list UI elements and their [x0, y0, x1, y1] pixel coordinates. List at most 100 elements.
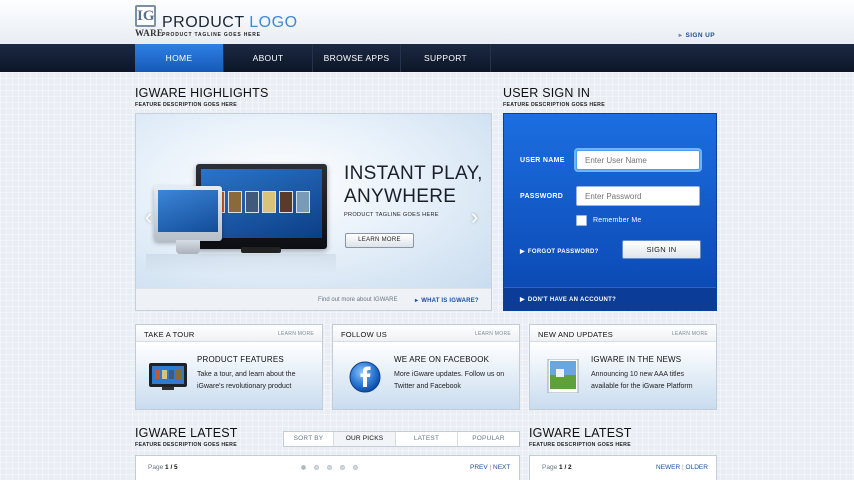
carousel-dot[interactable]: [327, 465, 332, 470]
forgot-password-link[interactable]: ▶ FORGOT PASSWORD?: [520, 248, 599, 255]
card-header: NEW AND UPDATES LEARN MORE: [530, 325, 716, 342]
sort-tabs: SORT BY OUR PICKS LATEST POPULAR: [283, 431, 520, 447]
password-label: PASSWORD: [520, 193, 564, 200]
slide-heading-line1: INSTANT PLAY,: [344, 163, 483, 184]
arrow-right-icon: ▶: [520, 297, 525, 303]
card-body: WE ARE ON FACEBOOK More iGware updates. …: [333, 342, 519, 409]
card-heading[interactable]: PRODUCT FEATURES: [197, 355, 284, 364]
card-learn-more-link[interactable]: LEARN MORE: [278, 331, 314, 337]
arrow-right-icon: ▸: [678, 32, 683, 39]
remember-me-checkbox[interactable]: [576, 215, 587, 226]
latest-right-panel: Page 1 / 2 NEWER | OLDER: [529, 455, 717, 480]
signin-footer: ▶ DON'T HAVE AN ACCOUNT?: [504, 287, 716, 310]
newer-link[interactable]: NEWER: [656, 464, 680, 471]
tab-our-picks[interactable]: OUR PICKS: [334, 432, 396, 446]
page-total: / 2: [564, 464, 572, 471]
latest-right-subtitle: FEATURE DESCRIPTION GOES HERE: [529, 442, 631, 448]
card-body: PRODUCT FEATURES Take a tour, and learn …: [136, 342, 322, 409]
card-follow-us: FOLLOW US LEARN MORE WE ARE ON FACEBOOK …: [332, 324, 520, 410]
card-body: IGWARE IN THE NEWS Announcing 10 new AAA…: [530, 342, 716, 409]
no-account-link[interactable]: ▶ DON'T HAVE AN ACCOUNT?: [520, 296, 616, 303]
signin-button[interactable]: SIGN IN: [622, 240, 701, 259]
monitor-image: [154, 186, 222, 254]
page-prefix: Page: [542, 464, 558, 471]
game-tile: [228, 191, 242, 213]
nav-separator: |: [682, 464, 684, 471]
logo-title: PRODUCT LOGO: [162, 15, 298, 31]
logo-tagline: PRODUCT TAGLINE GOES HERE: [162, 32, 261, 38]
carousel-dot[interactable]: [301, 465, 306, 470]
carousel-dot[interactable]: [314, 465, 319, 470]
slide: INSTANT PLAY, ANYWHERE PRODUCT TAGLINE G…: [136, 114, 491, 288]
highlights-title: IGWARE HIGHLIGHTS: [135, 86, 269, 100]
chevron-right-icon[interactable]: ›: [471, 204, 478, 230]
card-text: Announcing 10 new AAA titles available f…: [591, 371, 693, 390]
card-title: NEW AND UPDATES: [538, 330, 613, 339]
game-tile: [262, 191, 276, 213]
signin-subtitle: FEATURE DESCRIPTION GOES HERE: [503, 102, 605, 108]
header: IG WARE PRODUCT LOGO PRODUCT TAGLINE GOE…: [0, 0, 854, 44]
nav-separator: |: [489, 464, 492, 471]
card-learn-more-link[interactable]: LEARN MORE: [475, 331, 511, 337]
game-box-icon: [540, 358, 584, 394]
learn-more-button[interactable]: LEARN MORE: [345, 233, 414, 248]
carousel-dot[interactable]: [353, 465, 358, 470]
prev-next-nav: PREV | NEXT: [470, 464, 510, 471]
card-text: More iGware updates. Follow us on Twitte…: [394, 371, 505, 390]
slide-heading: INSTANT PLAY, ANYWHERE: [344, 162, 483, 208]
tv-icon: [146, 359, 190, 393]
older-link[interactable]: OLDER: [686, 464, 708, 471]
slide-heading-line2: ANYWHERE: [344, 186, 457, 207]
page-indicator: Page 1 / 5: [148, 464, 178, 471]
tab-popular[interactable]: POPULAR: [458, 432, 519, 446]
game-tile: [245, 191, 259, 213]
username-input[interactable]: [576, 150, 700, 170]
no-account-label: DON'T HAVE AN ACCOUNT?: [527, 297, 617, 303]
page-prefix: Page: [148, 464, 164, 471]
logo-mark: IG WARE: [135, 5, 163, 38]
latest-subtitle: FEATURE DESCRIPTION GOES HERE: [135, 442, 237, 448]
carousel-dot[interactable]: [340, 465, 345, 470]
card-header: FOLLOW US LEARN MORE: [333, 325, 519, 342]
username-label: USER NAME: [520, 157, 565, 164]
highlights-subtitle: FEATURE DESCRIPTION GOES HERE: [135, 102, 237, 108]
tab-latest[interactable]: LATEST: [396, 432, 458, 446]
monitor-stand: [176, 240, 200, 254]
game-tile: [279, 191, 293, 213]
page-current: 1: [559, 464, 563, 471]
prev-link[interactable]: PREV: [470, 464, 488, 471]
signin-panel: USER NAME PASSWORD Remember Me ▶FORGOT P…: [503, 113, 717, 311]
signup-link[interactable]: ▸ SIGN UP: [679, 31, 715, 39]
card-heading[interactable]: WE ARE ON FACEBOOK: [394, 355, 489, 364]
nav-item-support[interactable]: SUPPORT: [401, 44, 491, 72]
arrow-right-icon: ▸: [415, 298, 419, 304]
card-text: Take a tour, and learn about the iGware'…: [197, 371, 296, 390]
latest-right-title: IGWARE LATEST: [529, 426, 632, 440]
nav-item-home[interactable]: HOME: [135, 44, 223, 72]
card-take-a-tour: TAKE A TOUR LEARN MORE PRODUCT FEATURES …: [135, 324, 323, 410]
product-logo[interactable]: IG WARE PRODUCT LOGO PRODUCT TAGLINE GOE…: [135, 5, 298, 38]
password-input[interactable]: [576, 186, 700, 206]
slide-tagline: PRODUCT TAGLINE GOES HERE: [344, 212, 439, 218]
card-header: TAKE A TOUR LEARN MORE: [136, 325, 322, 342]
nav-item-browse-apps[interactable]: BROWSE APPS: [313, 44, 401, 72]
what-is-igware-link[interactable]: ▸ WHAT IS IGWARE?: [415, 297, 479, 304]
logo-mark-box: IG: [135, 5, 156, 27]
card-news-and-updates: NEW AND UPDATES LEARN MORE IGWARE IN THE…: [529, 324, 717, 410]
card-heading[interactable]: IGWARE IN THE NEWS: [591, 355, 681, 364]
page-total: / 5: [170, 464, 178, 471]
find-out-text: Find out more about IGWARE: [318, 297, 398, 303]
newer-older-nav: NEWER | OLDER: [656, 464, 708, 471]
logo-title-logo: LOGO: [249, 14, 298, 31]
next-link[interactable]: NEXT: [493, 464, 510, 471]
page-indicator: Page 1 / 2: [542, 464, 572, 471]
signin-title: USER SIGN IN: [503, 86, 591, 100]
card-learn-more-link[interactable]: LEARN MORE: [672, 331, 708, 337]
remember-me-label: Remember Me: [593, 217, 642, 224]
what-is-label: WHAT IS IGWARE?: [421, 298, 479, 304]
latest-panel: Page 1 / 5 PREV | NEXT: [135, 455, 520, 480]
nav-item-about[interactable]: ABOUT: [223, 44, 313, 72]
chevron-left-icon[interactable]: ‹: [145, 204, 152, 230]
arrow-right-icon: ▶: [520, 249, 525, 255]
highlights-slider: INSTANT PLAY, ANYWHERE PRODUCT TAGLINE G…: [135, 113, 492, 311]
